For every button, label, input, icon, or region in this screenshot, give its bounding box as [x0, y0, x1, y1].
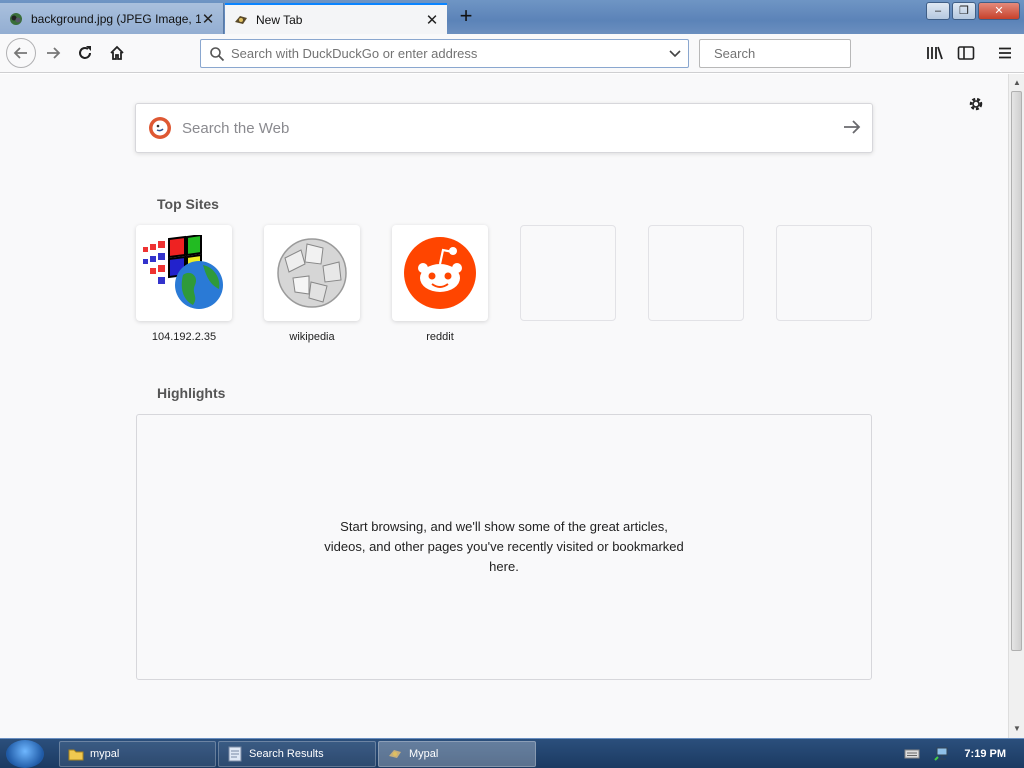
- highlights-title: Highlights: [157, 385, 226, 401]
- mypal-favicon-icon: [389, 750, 401, 758]
- taskbar-item-mypal-folder[interactable]: mypal: [59, 741, 216, 767]
- window-controls: – ❐ ✕: [926, 2, 1020, 20]
- tab-label: New Tab: [256, 12, 303, 27]
- top-site-empty-tile: [776, 225, 872, 321]
- web-search-input[interactable]: [182, 119, 832, 137]
- new-tab-button[interactable]: +: [454, 5, 478, 29]
- keyboard-icon[interactable]: [904, 747, 920, 761]
- taskbar-item-label: mypal: [90, 748, 120, 760]
- taskbar-item-search-results[interactable]: Search Results: [218, 741, 376, 767]
- top-site-label: wikipedia: [289, 331, 335, 343]
- mypal-favicon-icon: [235, 15, 247, 24]
- sidebar-button[interactable]: [952, 39, 980, 67]
- tab-background-jpg[interactable]: background.jpg (JPEG Image, 10 ✕: [0, 3, 224, 34]
- address-input[interactable]: [231, 46, 662, 61]
- start-button[interactable]: [6, 740, 44, 768]
- minimize-button[interactable]: –: [926, 2, 950, 20]
- top-site-empty-tile: [648, 225, 744, 321]
- highlights-empty-message: Start browsing, and we'll show some of t…: [324, 519, 684, 574]
- library-button[interactable]: [921, 39, 949, 67]
- top-site-empty-tile: [520, 225, 616, 321]
- search-results-icon: [228, 746, 242, 762]
- page-scrollbar[interactable]: ▲ ▼: [1008, 74, 1024, 738]
- hamburger-menu-icon: [999, 47, 1011, 59]
- taskbar-item-label: Search Results: [249, 748, 324, 760]
- sidebar-icon: [957, 46, 975, 60]
- tab-label: background.jpg (JPEG Image, 10: [31, 11, 201, 26]
- network-icon[interactable]: [934, 747, 950, 761]
- reddit-alien-icon: [404, 237, 476, 309]
- arrow-right-icon: [47, 47, 61, 59]
- top-site-tile[interactable]: [264, 225, 360, 321]
- chevron-down-icon[interactable]: [662, 47, 688, 61]
- taskbar-item-label: Mypal: [409, 748, 439, 760]
- top-site-tile[interactable]: [392, 225, 488, 321]
- address-bar[interactable]: [200, 39, 689, 68]
- top-sites-title: Top Sites: [157, 196, 219, 212]
- scrollbar-thumb[interactable]: [1011, 91, 1022, 651]
- top-site-tile[interactable]: [136, 225, 232, 321]
- top-site-label: 104.192.2.35: [151, 331, 217, 343]
- library-icon: [927, 46, 943, 60]
- duckduckgo-logo-icon: [149, 117, 171, 139]
- navigation-toolbar: [0, 34, 1024, 73]
- new-tab-page: Top Sites 104.192.2.35: [0, 74, 1008, 738]
- search-input[interactable]: [714, 46, 890, 61]
- home-button[interactable]: [103, 39, 131, 67]
- reload-button[interactable]: [71, 39, 99, 67]
- back-button[interactable]: [6, 38, 36, 68]
- taskbar-item-mypal-browser[interactable]: Mypal: [378, 741, 536, 767]
- windows-globe-icon: [143, 235, 223, 309]
- arrow-right-icon[interactable]: [832, 119, 872, 137]
- tab-strip: background.jpg (JPEG Image, 10 ✕ New Tab…: [0, 0, 1024, 34]
- gear-icon[interactable]: [966, 94, 986, 114]
- image-favicon-icon: [10, 12, 22, 25]
- home-icon: [110, 45, 124, 60]
- search-icon: [210, 46, 225, 61]
- restore-button[interactable]: ❐: [952, 2, 976, 20]
- windows-taskbar: mypal Search Results Mypal 7:19 PM: [0, 738, 1024, 768]
- reload-icon: [79, 46, 91, 59]
- folder-icon: [68, 749, 84, 761]
- highlights-empty-state: Start browsing, and we'll show some of t…: [136, 414, 872, 680]
- wikipedia-globe-icon: [277, 238, 347, 308]
- tab-new-tab[interactable]: New Tab ✕: [225, 3, 447, 34]
- scroll-up-icon[interactable]: ▲: [1012, 78, 1022, 88]
- forward-button[interactable]: [39, 39, 67, 67]
- close-tab-icon[interactable]: ✕: [201, 10, 215, 28]
- close-window-button[interactable]: ✕: [978, 2, 1020, 20]
- clock[interactable]: 7:19 PM: [964, 748, 1006, 760]
- menu-button[interactable]: [991, 39, 1019, 67]
- close-tab-icon[interactable]: ✕: [425, 11, 439, 29]
- arrow-left-icon: [13, 47, 27, 59]
- scroll-down-icon[interactable]: ▼: [1012, 724, 1022, 734]
- top-site-label: reddit: [426, 331, 454, 343]
- search-bar[interactable]: [699, 39, 890, 68]
- web-search-box[interactable]: [135, 103, 873, 153]
- system-tray: 7:19 PM: [904, 739, 1024, 768]
